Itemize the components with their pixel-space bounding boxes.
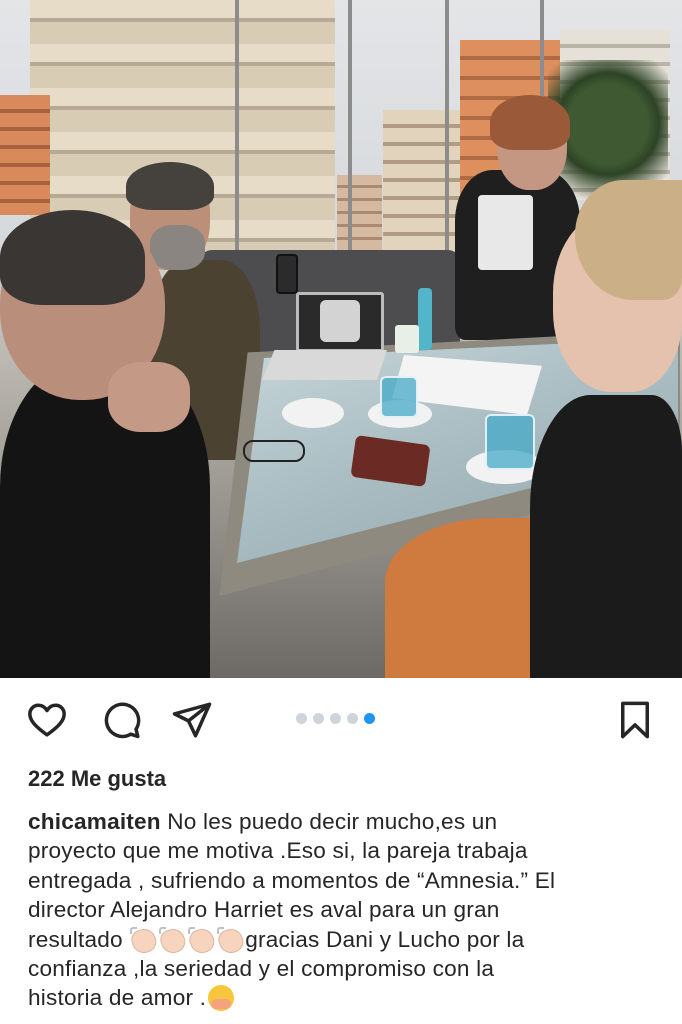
clapping-hands-emoji — [187, 926, 216, 952]
eyeglasses — [243, 440, 305, 462]
window-frame — [235, 0, 239, 260]
caption-text: historia de amor . — [28, 985, 207, 1011]
person-bearded-hair — [126, 162, 214, 210]
comment-icon — [104, 702, 141, 739]
window-frame — [445, 0, 449, 260]
building — [0, 95, 50, 215]
like-button[interactable] — [25, 698, 69, 742]
caption-text: resultado — [28, 926, 130, 952]
smartphone — [276, 254, 298, 294]
clapping-hands-emoji — [129, 926, 158, 952]
carousel-indicator — [296, 713, 375, 724]
caption-text: No les puedo decir mucho,es un — [160, 809, 498, 834]
comment-button[interactable] — [99, 698, 143, 742]
carousel-dot — [347, 713, 358, 724]
person-left-hands — [108, 362, 190, 432]
share-button[interactable] — [170, 698, 214, 742]
carousel-dot — [313, 713, 324, 724]
post-caption: chicamaiten No les puedo decir mucho,es … — [28, 807, 668, 1013]
person-standing-hair — [490, 95, 570, 150]
window-frame — [348, 0, 352, 260]
tshirt-print — [478, 195, 533, 270]
heart-icon — [28, 703, 66, 737]
carousel-dot — [296, 713, 307, 724]
post-photo[interactable] — [0, 0, 682, 678]
caption-text: entregada , sufriendo a momentos de “Amn… — [28, 867, 556, 893]
hugging-face-emoji — [206, 985, 236, 1012]
caption-text: director Alejandro Harriet es aval para … — [28, 897, 500, 923]
caption-text: gracias Dani y Lucho por la — [245, 926, 525, 952]
laptop-image — [320, 300, 360, 342]
glass-cup — [380, 376, 418, 418]
beard — [150, 225, 205, 270]
caption-text: confianza ,la seriedad y el compromiso c… — [28, 956, 495, 982]
save-button[interactable] — [613, 698, 657, 742]
clapping-hands-emoji — [216, 926, 245, 952]
building — [383, 110, 463, 250]
bookmark-icon — [621, 701, 649, 739]
carousel-dot-active — [364, 713, 375, 724]
caption-username[interactable]: chicamaiten — [28, 809, 161, 834]
building — [337, 175, 382, 255]
clapping-hands-emoji — [158, 926, 187, 952]
send-icon — [172, 702, 212, 738]
glass-cup — [485, 414, 535, 470]
laptop-keyboard — [262, 350, 387, 380]
person-young-woman-body — [530, 395, 682, 678]
post-action-bar — [0, 686, 682, 752]
carousel-dot — [330, 713, 341, 724]
likes-count[interactable]: 222 Me gusta — [28, 766, 166, 792]
mug — [395, 325, 419, 353]
caption-text: proyecto que me motiva .Eso si, la parej… — [28, 838, 528, 864]
person-left-hair — [0, 210, 145, 305]
saucer — [282, 398, 344, 428]
water-bottle — [418, 288, 432, 350]
